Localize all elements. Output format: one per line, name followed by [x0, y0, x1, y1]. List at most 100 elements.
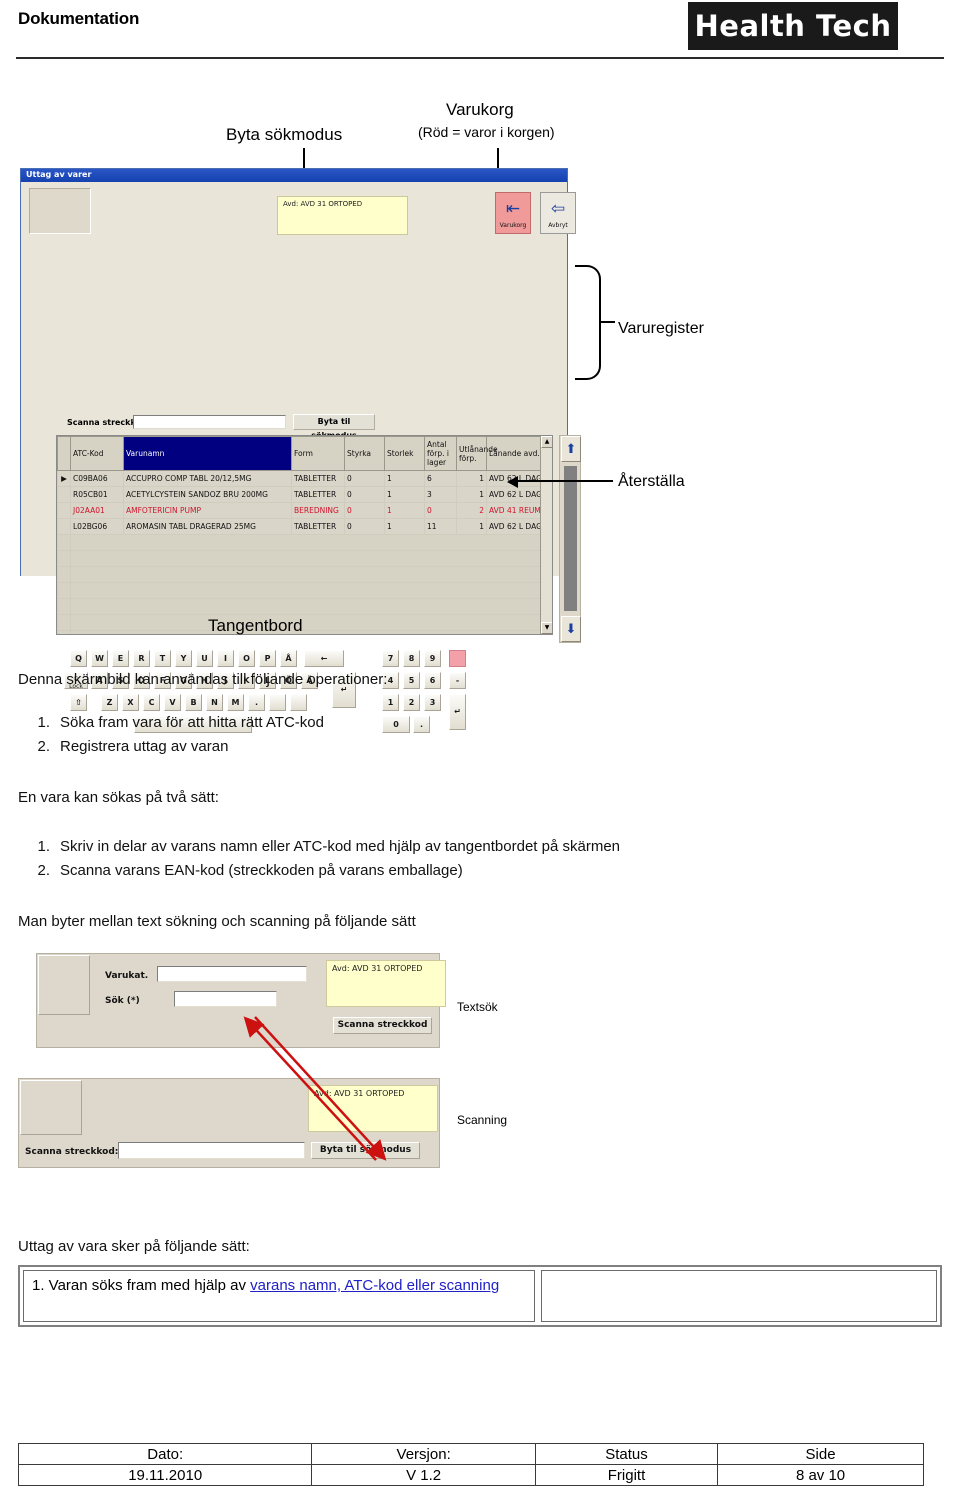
- key-num-3[interactable]: 3: [424, 694, 441, 711]
- callout-varukorg-note: (Röd = varor i korgen): [418, 124, 555, 140]
- table-row[interactable]: L02BG06 AROMASIN TABL DRAGERAD 25MG TABL…: [57, 518, 552, 535]
- table-row-empty[interactable]: [57, 582, 552, 599]
- grid-col-atc[interactable]: ATC-Kod: [70, 436, 124, 471]
- grid-scrollbar[interactable]: ▲ ▼: [540, 436, 552, 634]
- table-row-empty[interactable]: [57, 630, 552, 634]
- cell-atc: C09BA06: [70, 470, 124, 487]
- key-period[interactable]: .: [248, 694, 265, 711]
- grid-col-varunamn[interactable]: Varunamn: [123, 436, 292, 471]
- key-blank-1[interactable]: [269, 694, 286, 711]
- varukat-dropdown[interactable]: [157, 966, 307, 982]
- key-x[interactable]: X: [122, 694, 139, 711]
- key-q[interactable]: Q: [70, 650, 87, 667]
- grid-scroll-down-icon[interactable]: ▼: [541, 622, 552, 634]
- key-blank-2[interactable]: [290, 694, 307, 711]
- grid-col-form[interactable]: Form: [291, 436, 345, 471]
- key-m[interactable]: M: [227, 694, 244, 711]
- footer-value-row: 19.11.2010 V 1.2 Frigitt 8 av 10: [17, 1464, 924, 1486]
- key-num-8[interactable]: 8: [403, 650, 420, 667]
- table-row-empty[interactable]: [57, 550, 552, 567]
- key-n[interactable]: N: [206, 694, 223, 711]
- key-v[interactable]: V: [164, 694, 181, 711]
- cell-antal: 0: [424, 502, 457, 519]
- cell-styrka: 0: [344, 518, 385, 535]
- key-num-5[interactable]: 5: [403, 672, 420, 689]
- table-row-empty[interactable]: [57, 614, 552, 631]
- scrollbar-thumb[interactable]: [564, 466, 577, 611]
- varuregister-brace: [575, 265, 601, 380]
- varukorg-button[interactable]: ⇤ Varukorg: [495, 192, 531, 234]
- varukorg-button-label: Varukorg: [499, 222, 527, 229]
- table-row[interactable]: J02AA01 AMFOTERICIN PUMP BEREDNING 0 1 0…: [57, 502, 552, 519]
- key-u[interactable]: U: [196, 650, 213, 667]
- key-num-0[interactable]: 0: [382, 716, 410, 733]
- main-scrollbar[interactable]: ⬆ ⬇: [559, 435, 581, 643]
- sok-input[interactable]: [174, 991, 277, 1007]
- byta-til-sokmodus-button[interactable]: Byta til sökmodus: [311, 1142, 420, 1159]
- scroll-up-icon[interactable]: ⬆: [561, 436, 581, 462]
- table-row[interactable]: ▶ C09BA06 ACCUPRO COMP TABL 20/12,5MG TA…: [57, 470, 552, 487]
- key-r[interactable]: R: [133, 650, 150, 667]
- key-o[interactable]: O: [238, 650, 255, 667]
- procedure-link[interactable]: varans namn, ATC-kod eller scanning: [250, 1277, 499, 1294]
- key-num-1[interactable]: 1: [382, 694, 399, 711]
- avd-info-box: Avd: AVD 31 ORTOPED: [308, 1085, 438, 1132]
- app-screenshot-uttag-av-varer: Uttag av varer Avd: AVD 31 ORTOPED ⇤ Var…: [20, 168, 581, 733]
- table-row[interactable]: R05CB01 ACETYLCYSTEIN SANDOZ BRU 200MG T…: [57, 486, 552, 503]
- byta-til-sokmodus-button[interactable]: Byta til sökmodus: [293, 414, 375, 440]
- key-p[interactable]: P: [259, 650, 276, 667]
- key-num-9[interactable]: 9: [424, 650, 441, 667]
- key-shift[interactable]: ⇧: [70, 694, 87, 711]
- key-t[interactable]: T: [154, 650, 171, 667]
- key-y[interactable]: Y: [175, 650, 192, 667]
- row-marker: [57, 502, 71, 519]
- list-number: 2.: [37, 738, 50, 755]
- cell-styrka: 0: [344, 486, 385, 503]
- label-varuregister: Varuregister: [618, 320, 704, 337]
- varuregister-grid[interactable]: ATC-Kod Varunamn Form Styrka Storlek Ant…: [56, 435, 553, 635]
- list-text: Registrera uttag av varan: [60, 738, 229, 755]
- key-aring[interactable]: Å: [280, 650, 297, 667]
- grid-col-utlanande-forp[interactable]: Utlånande förp.: [456, 436, 498, 471]
- table-row-empty[interactable]: [57, 598, 552, 615]
- avbryt-button[interactable]: ⇦ Avbryt: [540, 192, 576, 234]
- grid-col-marker[interactable]: [57, 436, 71, 471]
- scanna-streckkod-input[interactable]: [118, 1142, 305, 1159]
- key-num-2[interactable]: 2: [403, 694, 420, 711]
- scroll-down-icon[interactable]: ⬇: [561, 616, 581, 642]
- key-c[interactable]: C: [143, 694, 160, 711]
- key-i[interactable]: I: [217, 650, 234, 667]
- grid-col-antal-forp-i-lager[interactable]: Antal förp. i lager: [424, 436, 457, 471]
- grid-header: ATC-Kod Varunamn Form Styrka Storlek Ant…: [57, 436, 552, 471]
- key-e[interactable]: E: [112, 650, 129, 667]
- key-z[interactable]: Z: [101, 694, 118, 711]
- panel-textsok-left-box: [38, 955, 90, 1015]
- grid-col-styrka[interactable]: Styrka: [344, 436, 385, 471]
- key-minus[interactable]: -: [449, 672, 466, 689]
- callout-varukorg-title: Varukorg: [446, 100, 514, 119]
- row-marker: [57, 486, 71, 503]
- app-window-body: Avd: AVD 31 ORTOPED ⇤ Varukorg ⇦ Avbryt …: [21, 182, 581, 733]
- avbryt-button-label: Avbryt: [548, 222, 568, 229]
- panel-textsok-screenshot: Varukat. Sök (*) Avd: AVD 31 ORTOPED Sca…: [36, 953, 446, 1048]
- table-row-empty[interactable]: [57, 566, 552, 583]
- key-w[interactable]: W: [91, 650, 108, 667]
- key-backspace[interactable]: ←: [304, 650, 344, 667]
- grid-table: ATC-Kod Varunamn Form Styrka Storlek Ant…: [57, 436, 552, 634]
- list-text: Skriv in delar av varans namn eller ATC-…: [60, 838, 621, 855]
- grid-scroll-up-icon[interactable]: ▲: [541, 436, 552, 448]
- procedure-cell-right: [541, 1270, 937, 1322]
- key-reset[interactable]: [449, 650, 466, 667]
- scan-barcode-input[interactable]: [133, 415, 286, 429]
- key-b[interactable]: B: [185, 694, 202, 711]
- scanna-streckkod-button[interactable]: Scanna streckkod: [333, 1017, 432, 1034]
- cell-varunamn: ACCUPRO COMP TABL 20/12,5MG: [123, 470, 292, 487]
- key-num-enter[interactable]: ↵: [449, 694, 466, 730]
- key-num-7[interactable]: 7: [382, 650, 399, 667]
- grid-col-storlek[interactable]: Storlek: [384, 436, 425, 471]
- key-num-decimal[interactable]: .: [413, 716, 430, 733]
- on-screen-keyboard[interactable]: Q W E R T Y U I O P Å ← ○ Lock A S D F G …: [56, 650, 556, 752]
- table-row-empty[interactable]: [57, 534, 552, 551]
- key-num-6[interactable]: 6: [424, 672, 441, 689]
- exit-door-icon: ⇦: [550, 199, 566, 219]
